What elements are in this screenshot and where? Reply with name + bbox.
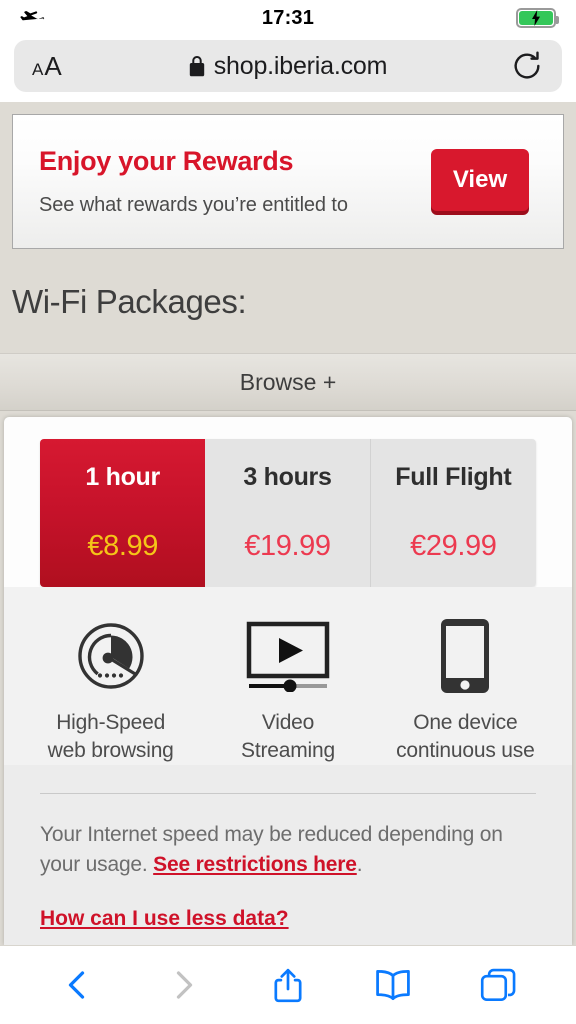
package-tab-group: 1 hour €8.99 3 hours €19.99 Full Flight … [40, 439, 536, 587]
packages-card: 1 hour €8.99 3 hours €19.99 Full Flight … [4, 417, 572, 945]
feature-high-speed: High-Speed web browsing [22, 617, 199, 765]
disclaimer-section: Your Internet speed may be reduced depen… [4, 764, 572, 945]
text-size-button[interactable]: AA [32, 51, 122, 82]
feature-label: One device continuous use [396, 709, 535, 765]
feature-one-device: One device continuous use [377, 617, 554, 765]
feature-label: Video Streaming [241, 709, 335, 765]
rewards-subtitle: See what rewards you’re entitled to [39, 194, 348, 216]
package-name: Full Flight [395, 463, 512, 491]
feature-label-line1: High-Speed [56, 711, 166, 734]
feature-label-line2: continuous use [396, 738, 535, 762]
browse-tab-label: Browse + [239, 368, 337, 395]
status-time: 17:31 [261, 6, 315, 29]
smartphone-icon [439, 617, 491, 695]
browse-tab[interactable]: Browse + [0, 353, 576, 411]
back-icon[interactable] [52, 959, 104, 1011]
feature-label: High-Speed web browsing [48, 709, 174, 765]
view-rewards-button[interactable]: View [431, 148, 529, 211]
phone-screen: 17:31 AA shop.iberia.com Enjoy your Rewa… [0, 0, 576, 1024]
rewards-text-block: Enjoy your Rewards See what rewards you’… [39, 146, 431, 217]
page-title: Wi-Fi Packages: [12, 283, 247, 320]
url-bar[interactable]: AA shop.iberia.com [14, 40, 562, 92]
forward-icon [157, 959, 209, 1011]
package-tab-1-hour[interactable]: 1 hour €8.99 [40, 439, 206, 587]
package-price: €19.99 [244, 530, 331, 562]
see-restrictions-link[interactable]: See restrictions here [153, 853, 357, 876]
url-text: shop.iberia.com [213, 51, 388, 80]
tabs-icon[interactable] [472, 959, 524, 1011]
share-icon[interactable] [262, 959, 314, 1011]
video-player-icon [245, 617, 331, 695]
feature-label-line1: Video [261, 711, 315, 734]
web-page-content: Enjoy your Rewards See what rewards you’… [0, 102, 576, 945]
safari-toolbar [0, 945, 576, 1024]
text-size-small-a: A [32, 59, 44, 79]
speedometer-icon [74, 617, 148, 695]
package-price: €29.99 [410, 530, 497, 562]
package-tab-full-flight[interactable]: Full Flight €29.99 [370, 439, 536, 587]
status-bar-left [20, 5, 140, 31]
rewards-banner: Enjoy your Rewards See what rewards you’… [12, 114, 564, 249]
status-bar-right [516, 8, 559, 28]
feature-list: High-Speed web browsing Video Streaming … [4, 587, 572, 765]
rewards-title: Enjoy your Rewards [39, 146, 294, 176]
url-bar-container: AA shop.iberia.com [0, 36, 576, 102]
battery-cap [556, 16, 559, 24]
how-use-less-data-link[interactable]: How can I use less data? [40, 907, 289, 931]
bookmarks-icon[interactable] [367, 959, 419, 1011]
package-name: 1 hour [85, 463, 160, 491]
divider [40, 792, 536, 794]
status-bar: 17:31 [0, 0, 576, 36]
disclaimer-period: . [356, 853, 363, 877]
package-tab-3-hours[interactable]: 3 hours €19.99 [205, 439, 371, 587]
text-size-large-a: A [44, 50, 62, 81]
airplane-mode-icon [20, 5, 46, 31]
reload-icon[interactable] [510, 49, 544, 83]
battery-charging-icon [516, 8, 559, 28]
feature-label-line2: web browsing [47, 738, 174, 762]
disclaimer-text: Your Internet speed may be reduced depen… [40, 820, 536, 881]
charging-bolt-icon [518, 10, 554, 26]
package-price: €8.99 [87, 530, 158, 562]
package-name: 3 hours [243, 463, 332, 491]
feature-video-streaming: Video Streaming [199, 617, 376, 765]
feature-label-line1: One device [413, 711, 518, 734]
lock-icon [189, 55, 205, 77]
feature-label-line2: Streaming [241, 738, 335, 762]
